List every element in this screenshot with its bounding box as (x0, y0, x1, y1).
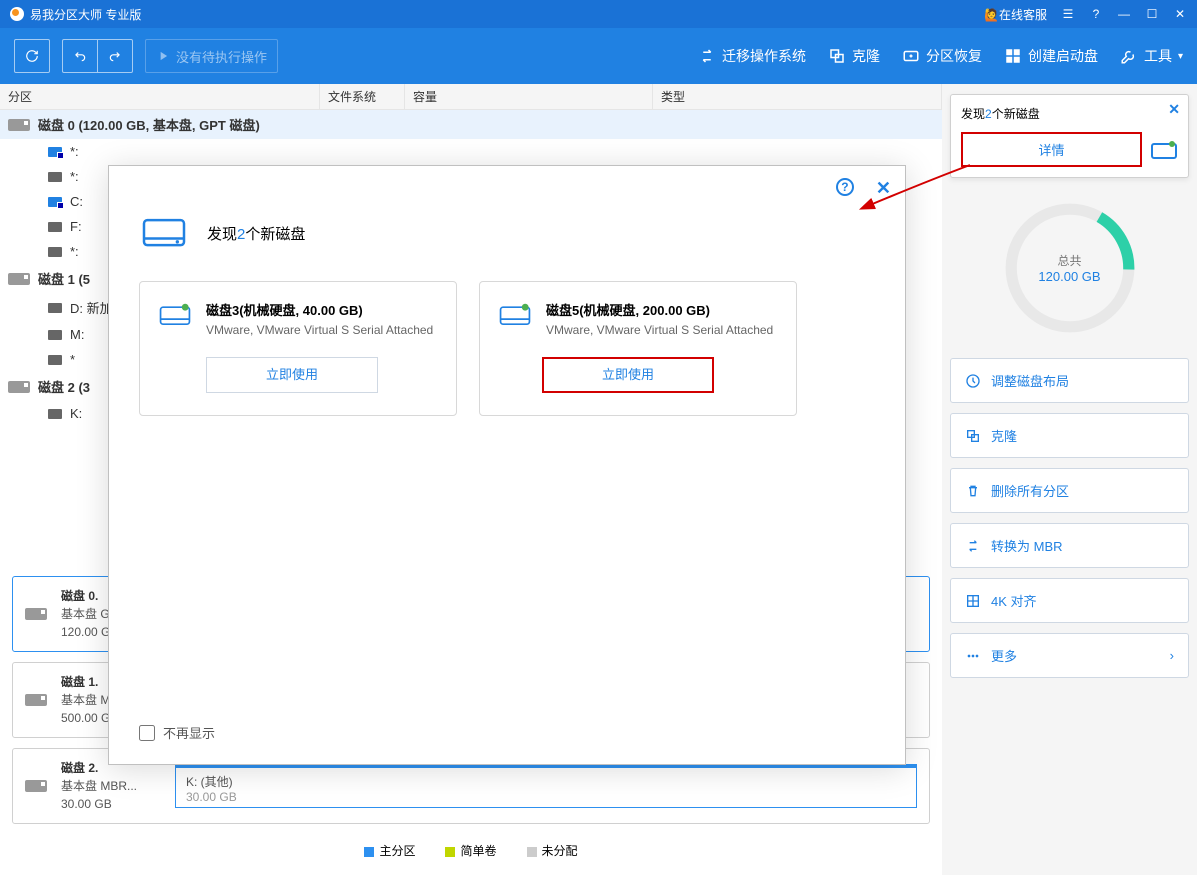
legend-primary-swatch (364, 847, 374, 857)
minimize-button[interactable]: — (1117, 7, 1131, 21)
menu-icon[interactable]: ☰ (1061, 7, 1075, 21)
legend-simple-swatch (445, 847, 455, 857)
partition-icon (48, 147, 62, 157)
close-button[interactable]: ✕ (1173, 7, 1187, 21)
dialog-close-icon[interactable]: ✕ (876, 178, 891, 199)
online-service-link[interactable]: 🙋在线客服 (984, 6, 1047, 23)
detail-button[interactable]: 详情 (961, 132, 1142, 167)
drive-icon (1150, 138, 1178, 162)
disk-icon (8, 119, 30, 131)
pending-label: 没有待执行操作 (176, 47, 267, 66)
toolbar: 没有待执行操作 迁移操作系统 克隆 分区恢复 创建启动盘 工具 ▾ (0, 28, 1197, 84)
new-disk-card: 磁盘3(机械硬盘, 40.00 GB) VMware, VMware Virtu… (139, 281, 457, 416)
dont-show-label: 不再显示 (163, 723, 215, 742)
partition-icon (48, 355, 62, 365)
disk-name: 磁盘5(机械硬盘, 200.00 GB) (546, 300, 773, 319)
col-filesystem: 文件系统 (320, 84, 405, 109)
migrate-os-button[interactable]: 迁移操作系统 (698, 46, 806, 66)
disk-icon (25, 694, 47, 706)
usage-donut: 总共 120.00 GB (1000, 198, 1140, 338)
disk-icon (8, 273, 30, 285)
legend: 主分区 简单卷 未分配 (12, 834, 930, 867)
disk-icon (25, 608, 47, 620)
delete-all-button[interactable]: 删除所有分区 (950, 468, 1189, 513)
help-icon[interactable]: ? (1089, 7, 1103, 21)
partition-icon (48, 222, 62, 232)
chevron-down-icon: ▾ (1178, 51, 1183, 62)
tools-button[interactable]: 工具 ▾ (1120, 46, 1183, 66)
drive-large-icon (139, 206, 189, 261)
disk-desc: VMware, VMware Virtual S Serial Attached (206, 323, 433, 337)
disk-name: 磁盘3(机械硬盘, 40.00 GB) (206, 300, 433, 319)
redo-button[interactable] (97, 39, 133, 73)
new-disk-dialog: ? ✕ 发现2个新磁盘 磁盘3(机械硬盘, 40.00 GB) VMware, … (108, 165, 906, 765)
partition-icon (48, 247, 62, 257)
app-title: 易我分区大师 专业版 (30, 6, 141, 23)
disk-desc: VMware, VMware Virtual S Serial Attached (546, 323, 773, 337)
col-type: 类型 (653, 84, 942, 109)
titlebar: 易我分区大师 专业版 🙋在线客服 ☰ ? — ☐ ✕ (0, 0, 1197, 28)
disk-row[interactable]: 磁盘 0 (120.00 GB, 基本盘, GPT 磁盘) (0, 110, 942, 139)
legend-unalloc-swatch (527, 847, 537, 857)
clone-button[interactable]: 克隆 (828, 46, 880, 66)
col-partition: 分区 (0, 84, 320, 109)
convert-mbr-button[interactable]: 转换为 MBR (950, 523, 1189, 568)
new-disk-notification: ✕ 发现2个新磁盘 详情 (950, 94, 1189, 178)
use-now-button[interactable]: 立即使用 (206, 357, 378, 393)
partition-recovery-button[interactable]: 分区恢复 (902, 46, 982, 66)
partition-icon (48, 409, 62, 419)
partition-bar[interactable]: K: (其他) 30.00 GB (175, 764, 917, 808)
execute-button[interactable]: 没有待执行操作 (145, 39, 278, 73)
disk-icon (8, 381, 30, 393)
more-button[interactable]: 更多 › (950, 633, 1189, 678)
4k-align-button[interactable]: 4K 对齐 (950, 578, 1189, 623)
dont-show-checkbox[interactable] (139, 725, 155, 741)
col-capacity: 容量 (405, 84, 653, 109)
disk-icon (25, 780, 47, 792)
undo-button[interactable] (62, 39, 97, 73)
use-now-button[interactable]: 立即使用 (542, 357, 714, 393)
drive-icon (158, 300, 192, 337)
partition-icon (48, 330, 62, 340)
partition-icon (48, 172, 62, 182)
partition-icon (48, 197, 62, 207)
maximize-button[interactable]: ☐ (1145, 7, 1159, 21)
column-headers: 分区 文件系统 容量 类型 (0, 84, 942, 110)
close-icon[interactable]: ✕ (1168, 101, 1180, 118)
drive-icon (498, 300, 532, 337)
new-disk-card: 磁盘5(机械硬盘, 200.00 GB) VMware, VMware Virt… (479, 281, 797, 416)
dialog-help-icon[interactable]: ? (836, 178, 854, 196)
chevron-right-icon: › (1170, 648, 1174, 663)
partition-row[interactable]: *: (0, 139, 942, 164)
adjust-layout-button[interactable]: 调整磁盘布局 (950, 358, 1189, 403)
boot-disk-button[interactable]: 创建启动盘 (1004, 46, 1098, 66)
partition-icon (48, 303, 62, 313)
app-logo-icon (10, 7, 24, 21)
refresh-button[interactable] (14, 39, 50, 73)
clone-disk-button[interactable]: 克隆 (950, 413, 1189, 458)
